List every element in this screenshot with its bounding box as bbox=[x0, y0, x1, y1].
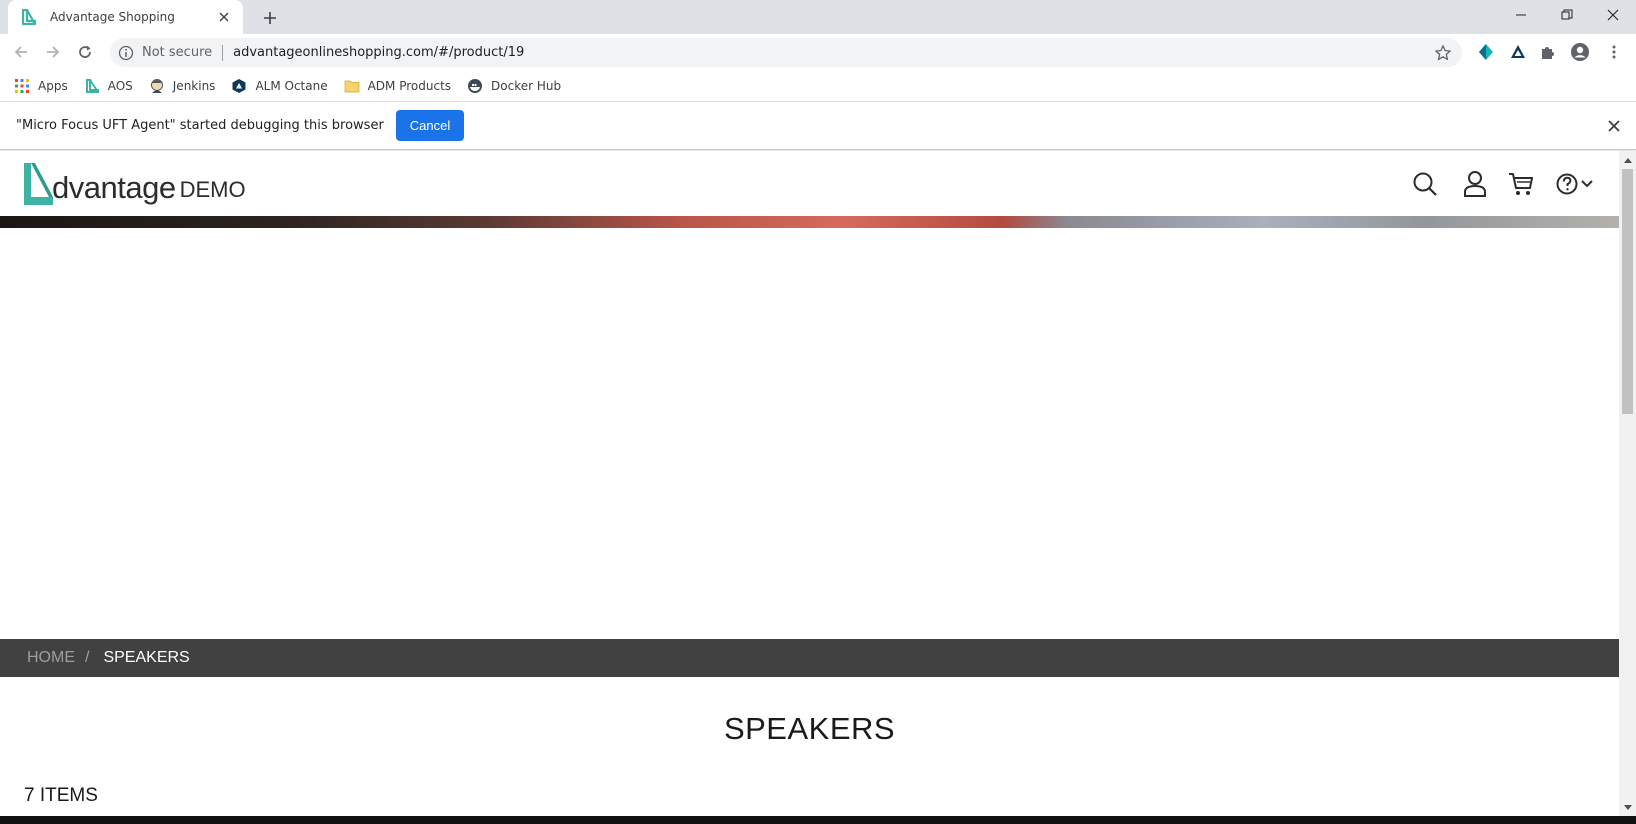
infobar-message: "Micro Focus UFT Agent" started debuggin… bbox=[16, 118, 384, 133]
bookmark-star-icon[interactable] bbox=[1434, 44, 1452, 62]
breadcrumb-separator: / bbox=[85, 649, 90, 666]
help-icon bbox=[1556, 173, 1593, 195]
url-text[interactable]: advantageonlineshopping.com/#/product/19 bbox=[233, 45, 1434, 60]
scroll-up-arrow-icon[interactable] bbox=[1619, 151, 1636, 168]
hero-banner-image bbox=[0, 216, 1619, 228]
close-icon bbox=[1607, 9, 1619, 21]
scroll-down-arrow-icon[interactable] bbox=[1619, 799, 1636, 816]
breadcrumb-home-link[interactable]: HOME bbox=[27, 649, 75, 667]
browser-menu-icon[interactable] bbox=[1604, 42, 1624, 62]
category-title: SPEAKERS bbox=[723, 711, 896, 746]
breadcrumb-current: SPEAKERS bbox=[103, 649, 190, 666]
restore-icon bbox=[1561, 9, 1573, 20]
close-window-button[interactable] bbox=[1590, 0, 1636, 30]
shopping-cart-button[interactable] bbox=[1506, 169, 1536, 199]
site-logo[interactable]: dvantage DEMO bbox=[22, 159, 246, 207]
octane-extension-icon[interactable] bbox=[1508, 42, 1528, 62]
bookmark-alm-octane[interactable]: ALM Octane bbox=[231, 78, 328, 94]
minimize-button[interactable] bbox=[1498, 0, 1544, 30]
breadcrumb: HOME / SPEAKERS bbox=[0, 639, 1619, 677]
browser-toolbar: Not secure advantageonlineshopping.com/#… bbox=[0, 34, 1636, 70]
items-count: 7 ITEMS bbox=[24, 785, 98, 806]
os-taskbar bbox=[0, 816, 1636, 824]
tab-title: Advantage Shopping bbox=[50, 10, 175, 24]
reload-button[interactable] bbox=[72, 39, 98, 65]
bookmark-label: ALM Octane bbox=[255, 78, 328, 93]
tab-strip: Advantage Shopping bbox=[0, 0, 1636, 34]
cart-icon bbox=[1509, 173, 1533, 195]
profile-avatar-icon[interactable] bbox=[1570, 42, 1590, 62]
infobar-close-icon[interactable] bbox=[1606, 118, 1622, 134]
logo-wordmark: dvantage bbox=[52, 170, 176, 205]
search-icon bbox=[1413, 172, 1437, 196]
bookmark-label: Apps bbox=[38, 78, 68, 93]
aos-logo-icon bbox=[20, 8, 38, 26]
octane-icon bbox=[231, 78, 247, 94]
uft-extension-icon[interactable] bbox=[1476, 42, 1496, 62]
bookmark-adm-products[interactable]: ADM Products bbox=[344, 78, 451, 94]
arrow-left-icon bbox=[14, 46, 27, 58]
bookmark-label: Docker Hub bbox=[491, 78, 562, 93]
help-menu-button[interactable] bbox=[1554, 169, 1598, 199]
address-bar[interactable]: Not secure advantageonlineshopping.com/#… bbox=[110, 38, 1462, 67]
apps-grid-icon bbox=[14, 78, 30, 94]
bookmark-jenkins[interactable]: Jenkins bbox=[149, 78, 216, 94]
page-viewport: dvantage DEMO HOME / SPEAKERS SPEAKERS 7… bbox=[0, 151, 1619, 816]
advantage-a-logo-icon bbox=[24, 163, 53, 205]
arrow-right-icon bbox=[47, 46, 60, 58]
bookmark-label: AOS bbox=[107, 78, 133, 93]
minimize-icon bbox=[1516, 14, 1526, 16]
folder-icon bbox=[344, 78, 360, 94]
scrollbar-thumb[interactable] bbox=[1622, 169, 1633, 414]
bookmark-apps[interactable]: Apps bbox=[14, 78, 68, 94]
jenkins-icon bbox=[149, 78, 165, 94]
site-header: dvantage DEMO bbox=[0, 151, 1619, 216]
bookmarks-bar: Apps AOS Jenkins ALM Octane ADM Products… bbox=[0, 70, 1636, 102]
extensions-puzzle-icon[interactable] bbox=[1538, 42, 1558, 62]
aos-logo-icon bbox=[84, 78, 100, 94]
reload-icon bbox=[79, 45, 91, 58]
new-tab-button[interactable] bbox=[258, 6, 282, 30]
forward-button[interactable] bbox=[40, 39, 66, 65]
user-account-button[interactable] bbox=[1460, 169, 1490, 199]
user-icon bbox=[1464, 171, 1486, 197]
search-button[interactable] bbox=[1410, 169, 1440, 199]
cancel-debugging-button[interactable]: Cancel bbox=[395, 110, 465, 141]
docker-icon bbox=[467, 78, 483, 94]
back-button[interactable] bbox=[8, 39, 34, 65]
plus-icon bbox=[264, 12, 276, 24]
bookmark-aos[interactable]: AOS bbox=[84, 78, 133, 94]
logo-demo-suffix: DEMO bbox=[179, 177, 246, 202]
info-icon[interactable] bbox=[118, 45, 134, 61]
bookmark-label: Jenkins bbox=[172, 78, 216, 93]
bookmark-docker-hub[interactable]: Docker Hub bbox=[467, 78, 561, 94]
omnibox-separator bbox=[222, 44, 224, 61]
restore-button[interactable] bbox=[1544, 0, 1590, 30]
security-label[interactable]: Not secure bbox=[142, 45, 212, 60]
tab-close-icon[interactable] bbox=[215, 8, 233, 26]
page-scrollbar[interactable] bbox=[1619, 151, 1636, 816]
hero-banner-area bbox=[0, 228, 1619, 623]
bookmark-label: ADM Products bbox=[367, 78, 452, 93]
browser-tab-active[interactable]: Advantage Shopping bbox=[8, 0, 243, 34]
debug-infobar: "Micro Focus UFT Agent" started debuggin… bbox=[0, 102, 1636, 150]
